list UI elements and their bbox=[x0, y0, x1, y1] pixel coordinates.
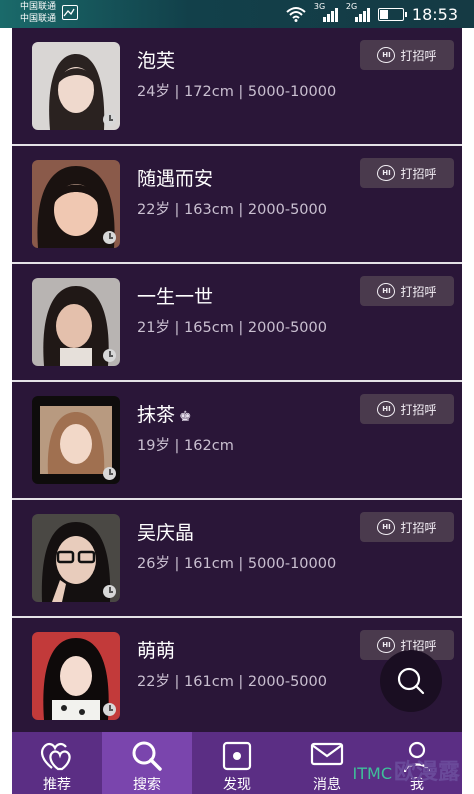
clock-badge-icon bbox=[103, 349, 116, 362]
greet-button[interactable]: HI 打招呼 bbox=[360, 40, 454, 70]
user-name: 萌萌 bbox=[137, 640, 176, 662]
floating-search-button[interactable] bbox=[380, 650, 442, 712]
greet-button[interactable]: HI 打招呼 bbox=[360, 512, 454, 542]
greet-label: 打招呼 bbox=[400, 284, 437, 299]
watermark-cjk: 欧漫露 bbox=[393, 760, 460, 785]
user-name: 泡芙 bbox=[137, 50, 176, 72]
user-row[interactable]: 抹茶 ♚ 19岁 | 162cm HI 打招呼 bbox=[12, 382, 462, 498]
user-name: 一生一世 bbox=[137, 286, 214, 308]
hi-bubble-icon: HI bbox=[377, 637, 396, 653]
user-info: 22岁 | 163cm | 2000-5000 bbox=[137, 202, 327, 218]
tab-label: 发现 bbox=[223, 777, 251, 793]
crown-icon: ♚ bbox=[179, 409, 192, 425]
avatar[interactable] bbox=[32, 278, 120, 366]
hearts-icon bbox=[41, 742, 71, 771]
clock-badge-icon bbox=[103, 585, 116, 598]
tab-label: 搜索 bbox=[133, 777, 161, 793]
status-bar: 中国联通 中国联通 3G 2G 18:53 bbox=[0, 0, 474, 28]
avatar[interactable] bbox=[32, 396, 120, 484]
user-info: 26岁 | 161cm | 5000-10000 bbox=[137, 556, 337, 572]
watermark-latin: ITMC bbox=[352, 764, 392, 783]
user-name: 随遇而安 bbox=[137, 168, 214, 190]
status-icons: 3G 2G 18:53 bbox=[286, 2, 458, 25]
greet-label: 打招呼 bbox=[400, 166, 437, 181]
avatar[interactable] bbox=[32, 514, 120, 602]
clock-badge-icon bbox=[103, 113, 116, 126]
user-info: 21岁 | 165cm | 2000-5000 bbox=[137, 320, 327, 336]
user-name-text: 抹茶 bbox=[137, 404, 176, 426]
battery-icon bbox=[377, 7, 407, 21]
greet-button[interactable]: HI 打招呼 bbox=[360, 394, 454, 424]
hi-bubble-icon: HI bbox=[377, 519, 396, 535]
avatar[interactable] bbox=[32, 42, 120, 130]
tab-recommend[interactable]: 推荐 bbox=[12, 732, 102, 794]
avatar[interactable] bbox=[32, 160, 120, 248]
user-name: 吴庆晶 bbox=[137, 522, 195, 544]
clock: 18:53 bbox=[411, 4, 458, 24]
greet-label: 打招呼 bbox=[400, 402, 437, 417]
user-info: 24岁 | 172cm | 5000-10000 bbox=[137, 84, 337, 100]
user-info: 22岁 | 161cm | 2000-5000 bbox=[137, 674, 327, 690]
user-list[interactable]: 泡芙 24岁 | 172cm | 5000-10000 HI 打招呼 随遇而安 2… bbox=[12, 28, 462, 732]
clock-badge-icon bbox=[103, 703, 116, 716]
wifi-icon bbox=[286, 7, 306, 22]
clock-badge-icon bbox=[103, 467, 116, 480]
carrier-2: 中国联通 bbox=[20, 14, 57, 24]
user-row[interactable]: 泡芙 24岁 | 172cm | 5000-10000 HI 打招呼 bbox=[12, 28, 462, 144]
hi-bubble-icon: HI bbox=[377, 165, 396, 181]
signal-3g-icon: 3G bbox=[314, 2, 338, 24]
avatar[interactable] bbox=[32, 632, 120, 720]
discover-icon bbox=[222, 741, 252, 771]
user-row[interactable]: 一生一世 21岁 | 165cm | 2000-5000 HI 打招呼 bbox=[12, 264, 462, 380]
mail-icon bbox=[310, 742, 344, 766]
search-icon bbox=[132, 741, 162, 771]
screenshot-icon bbox=[62, 5, 78, 20]
greet-label: 打招呼 bbox=[400, 48, 437, 63]
hi-bubble-icon: HI bbox=[377, 401, 396, 417]
search-icon bbox=[397, 667, 425, 695]
user-row[interactable]: 吴庆晶 26岁 | 161cm | 5000-10000 HI 打招呼 bbox=[12, 500, 462, 616]
signal-2g-icon: 2G bbox=[346, 2, 370, 24]
clock-badge-icon bbox=[103, 231, 116, 244]
carrier-1: 中国联通 bbox=[20, 2, 57, 12]
tab-discover[interactable]: 发现 bbox=[192, 732, 282, 794]
greet-button[interactable]: HI 打招呼 bbox=[360, 276, 454, 306]
hi-bubble-icon: HI bbox=[377, 283, 396, 299]
user-name: 抹茶 ♚ bbox=[137, 400, 192, 427]
hi-bubble-icon: HI bbox=[377, 47, 396, 63]
carrier-labels: 中国联通 中国联通 bbox=[20, 1, 56, 25]
tab-search[interactable]: 搜索 bbox=[102, 732, 192, 794]
greet-button[interactable]: HI 打招呼 bbox=[360, 158, 454, 188]
greet-label: 打招呼 bbox=[400, 520, 437, 535]
watermark: ITMC欧漫露 bbox=[353, 754, 460, 786]
tab-label: 推荐 bbox=[43, 777, 71, 793]
user-info: 19岁 | 162cm bbox=[137, 438, 234, 454]
user-row[interactable]: 随遇而安 22岁 | 163cm | 2000-5000 HI 打招呼 bbox=[12, 146, 462, 262]
